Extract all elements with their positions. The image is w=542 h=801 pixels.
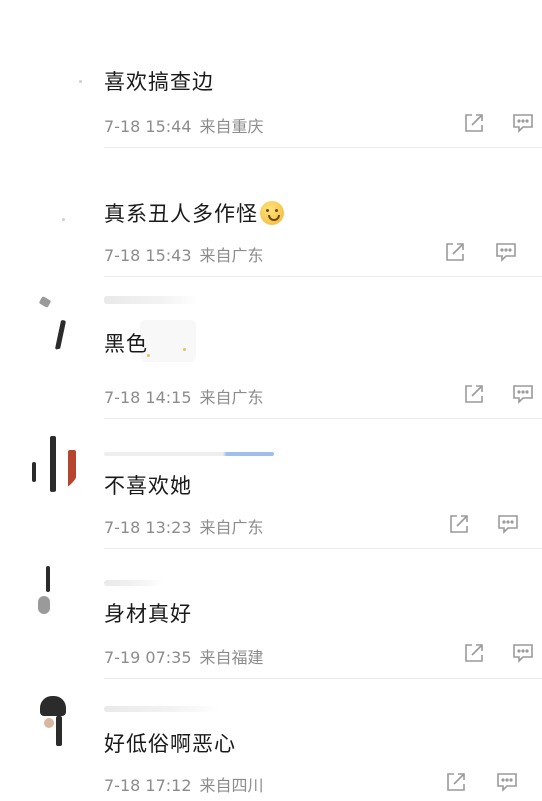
- comment-meta: 7-18 15:44 来自重庆: [104, 113, 264, 137]
- comment-time: 7-18 14:15: [104, 388, 192, 407]
- nickname-obscured: [104, 580, 164, 586]
- comment-icon[interactable]: [511, 111, 535, 135]
- avatar[interactable]: [22, 562, 80, 620]
- comment-text: 喜欢搞查边: [104, 70, 214, 94]
- comment-item[interactable]: 黑色 7-18 14:15 来自广东: [0, 280, 542, 420]
- comment-item[interactable]: 喜欢搞查边 7-18 15:44 来自重庆: [0, 0, 542, 150]
- comment-meta: 7-18 13:23 来自广东: [104, 514, 264, 538]
- comment-meta: 7-18 17:12 来自四川: [104, 772, 264, 796]
- divider: [104, 276, 542, 277]
- comment-location: 来自广东: [199, 518, 264, 537]
- share-icon[interactable]: [462, 382, 486, 406]
- decor-dot: [183, 348, 186, 351]
- comment-icon[interactable]: [494, 240, 518, 264]
- divider: [104, 678, 542, 679]
- comment-location: 来自福建: [199, 648, 264, 667]
- comment-meta: 7-18 15:43 来自广东: [104, 242, 264, 266]
- divider: [104, 147, 542, 148]
- comment-icon[interactable]: [495, 770, 519, 794]
- avatar-fragment: [79, 80, 82, 83]
- comment-item[interactable]: 好低俗啊恶心 7-18 17:12 来自四川: [0, 680, 542, 801]
- divider: [104, 548, 542, 549]
- avatar[interactable]: [22, 292, 80, 350]
- comment-meta: 7-19 07:35 来自福建: [104, 644, 264, 668]
- share-icon[interactable]: [443, 240, 467, 264]
- comment-item[interactable]: 不喜欢她 7-18 13:23 来自广东: [0, 420, 542, 550]
- shush-emoji-icon: [260, 201, 284, 225]
- share-icon[interactable]: [444, 770, 468, 794]
- comment-item[interactable]: 身材真好 7-19 07:35 来自福建: [0, 550, 542, 680]
- comment-icon[interactable]: [511, 382, 535, 406]
- comment-text: 黑色: [104, 332, 148, 356]
- comment-meta: 7-18 14:15 来自广东: [104, 384, 264, 408]
- avatar[interactable]: [22, 690, 80, 748]
- comment-text-value: 真系丑人多作怪: [104, 202, 258, 226]
- comment-location: 来自四川: [199, 776, 264, 795]
- divider: [104, 418, 542, 419]
- nickname-obscured: [104, 706, 220, 712]
- nickname-obscured: [104, 296, 200, 304]
- comment-item[interactable]: 真系丑人多作怪 7-18 15:43 来自广东: [0, 150, 542, 280]
- comment-location: 来自广东: [199, 246, 264, 265]
- comment-text: 身材真好: [104, 602, 192, 626]
- comment-icon[interactable]: [496, 512, 520, 536]
- comment-text: 好低俗啊恶心: [104, 732, 236, 756]
- comment-location: 来自重庆: [199, 117, 264, 136]
- share-icon[interactable]: [447, 512, 471, 536]
- comment-text: 真系丑人多作怪: [104, 198, 284, 228]
- avatar-fragment: [62, 218, 65, 221]
- nickname-obscured: [104, 452, 274, 456]
- comment-icon[interactable]: [511, 641, 535, 665]
- share-icon[interactable]: [462, 111, 486, 135]
- comment-time: 7-18 13:23: [104, 518, 192, 537]
- comment-time: 7-18 15:43: [104, 246, 192, 265]
- comment-time: 7-18 15:44: [104, 117, 192, 136]
- share-icon[interactable]: [462, 641, 486, 665]
- comment-time: 7-18 17:12: [104, 776, 192, 795]
- avatar[interactable]: [22, 434, 80, 492]
- comment-time: 7-19 07:35: [104, 648, 192, 667]
- comment-location: 来自广东: [199, 388, 264, 407]
- comment-text: 不喜欢她: [104, 474, 192, 498]
